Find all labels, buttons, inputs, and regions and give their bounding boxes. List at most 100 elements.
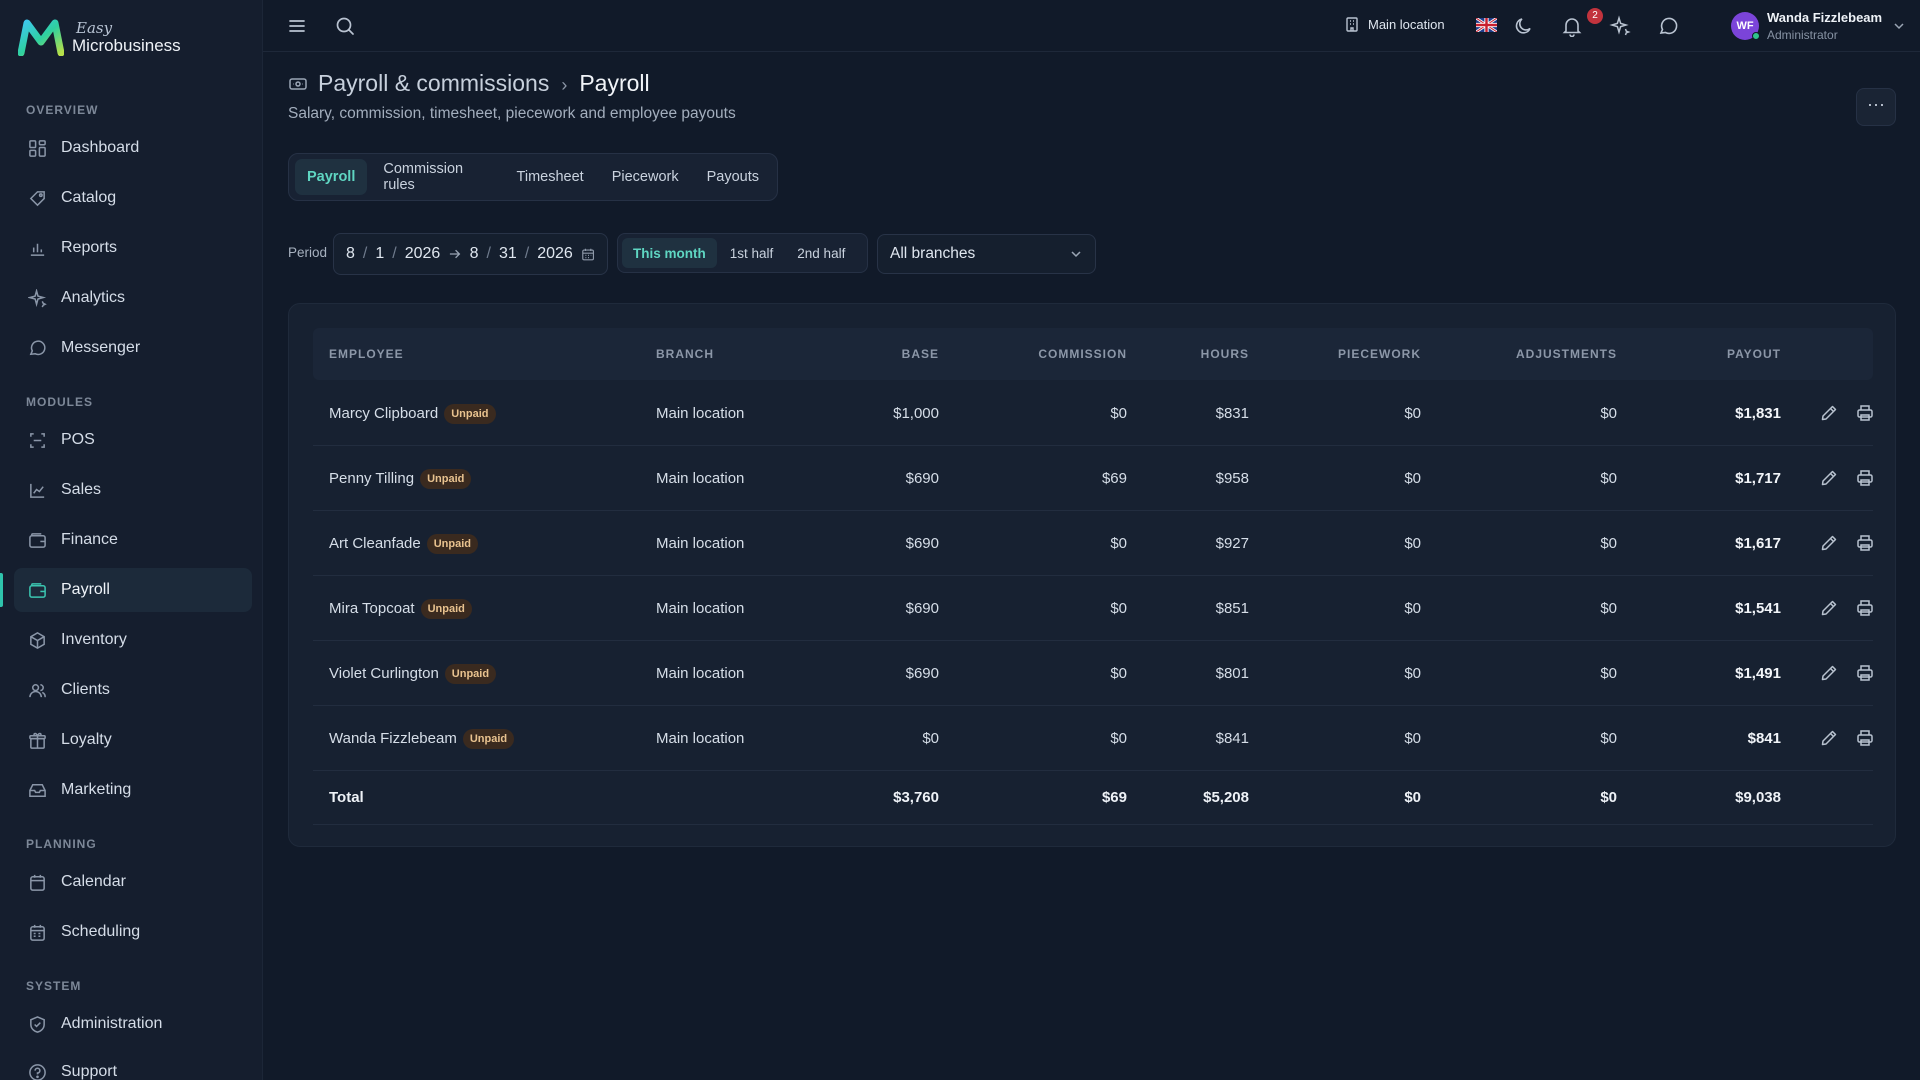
adjustments-cell: $0	[1600, 405, 1617, 422]
employee-name[interactable]: Marcy Clipboard	[329, 405, 438, 422]
print-icon[interactable]	[1855, 598, 1875, 618]
table-row[interactable]: Art Cleanfade Unpaid Main location $690 $0 $9…	[313, 511, 1873, 576]
print-icon[interactable]	[1855, 533, 1875, 553]
piecework-cell: $0	[1404, 405, 1421, 422]
piecework-cell: $0	[1404, 470, 1421, 487]
edit-icon[interactable]	[1819, 403, 1839, 423]
sidebar-item-pos[interactable]: POS	[14, 418, 252, 462]
sidebar-item-analytics[interactable]: Analytics	[14, 276, 252, 320]
employee-cell: Wanda Fizzlebeam Unpaid	[329, 706, 515, 771]
this-month-button[interactable]: This month	[622, 238, 717, 268]
from-day[interactable]: 1	[375, 245, 384, 263]
breadcrumb-parent[interactable]: Payroll & commissions	[318, 70, 549, 97]
edit-icon[interactable]	[1819, 533, 1839, 553]
to-year[interactable]: 2026	[537, 245, 573, 263]
print-icon[interactable]	[1855, 403, 1875, 423]
chat-icon[interactable]	[1657, 15, 1679, 37]
app-logo[interactable]: Easy Microbusiness	[18, 18, 181, 56]
edit-icon[interactable]	[1819, 598, 1839, 618]
from-month[interactable]: 8	[346, 245, 355, 263]
sidebar-item-clients[interactable]: Clients	[14, 668, 252, 712]
calendar-icon	[30, 874, 45, 891]
breadcrumb-separator: ›	[561, 75, 568, 95]
sidebar-item-scheduling[interactable]: Scheduling	[14, 910, 252, 954]
print-icon[interactable]	[1855, 728, 1875, 748]
sidebar-item-sales[interactable]: Sales	[14, 468, 252, 512]
table-row[interactable]: Violet Curlington Unpaid Main location $690…	[313, 641, 1873, 706]
first-half-button[interactable]: 1st half	[719, 238, 785, 268]
base-cell: $690	[905, 535, 939, 552]
sidebar-item-catalog[interactable]: Catalog	[14, 176, 252, 220]
menu-icon[interactable]	[286, 15, 308, 37]
branch-select[interactable]: All branches	[877, 234, 1096, 274]
tab-payouts[interactable]: Payouts	[695, 159, 771, 195]
piecework-cell: $0	[1404, 665, 1421, 682]
sparkles-icon[interactable]	[1609, 15, 1631, 37]
hours-cell: $831	[1215, 405, 1249, 422]
more-options-button[interactable]: ···	[1856, 88, 1896, 126]
employee-name[interactable]: Wanda Fizzlebeam	[329, 730, 457, 747]
edit-icon[interactable]	[1819, 728, 1839, 748]
sidebar-item-inventory[interactable]: Inventory	[14, 618, 252, 662]
to-day[interactable]: 31	[499, 245, 517, 263]
sidebar-item-administration[interactable]: Administration	[14, 1002, 252, 1046]
to-month[interactable]: 8	[470, 245, 479, 263]
total-base: $3,760	[893, 789, 939, 806]
payout-cell: $1,541	[1735, 600, 1781, 617]
adjustments-cell: $0	[1600, 600, 1617, 617]
edit-icon[interactable]	[1819, 663, 1839, 683]
search-icon[interactable]	[334, 15, 356, 37]
moon-icon[interactable]	[1513, 15, 1535, 37]
status-badge: Unpaid	[462, 729, 515, 750]
tab-piecework[interactable]: Piecework	[600, 159, 691, 195]
sidebar-item-support[interactable]: Support	[14, 1050, 252, 1080]
employee-name[interactable]: Art Cleanfade	[329, 535, 421, 552]
column-header-commission[interactable]: COMMISSION	[977, 328, 1127, 380]
sidebar-item-marketing[interactable]: Marketing	[14, 768, 252, 812]
sidebar-item-messenger[interactable]: Messenger	[14, 326, 252, 370]
table-row[interactable]: Penny Tilling Unpaid Main location $690 $69 $…	[313, 446, 1873, 511]
from-year[interactable]: 2026	[405, 245, 441, 263]
chevron-down-icon[interactable]	[1892, 19, 1906, 33]
branch-cell: Main location	[656, 600, 745, 617]
tab-commission-rules[interactable]: Commission rules	[371, 159, 500, 195]
employee-name[interactable]: Penny Tilling	[329, 470, 414, 487]
column-header-piecework[interactable]: PIECEWORK	[1271, 328, 1421, 380]
payout-cell: $1,491	[1735, 665, 1781, 682]
print-icon[interactable]	[1855, 468, 1875, 488]
inventory-icon	[30, 631, 45, 649]
active-indicator	[0, 573, 3, 607]
uk-flag-icon[interactable]	[1476, 18, 1497, 32]
second-half-button[interactable]: 2nd half	[786, 238, 856, 268]
column-header-hours[interactable]: HOURS	[1149, 328, 1249, 380]
calendar-icon[interactable]	[581, 247, 595, 262]
location-selector[interactable]: Main location	[1344, 16, 1445, 32]
table-row[interactable]: Marcy Clipboard Unpaid Main location $1,000…	[313, 381, 1873, 446]
table-row[interactable]: Mira Topcoat Unpaid Main location $690 $0 $85…	[313, 576, 1873, 641]
sidebar-item-loyalty[interactable]: Loyalty	[14, 718, 252, 762]
sidebar-item-finance[interactable]: Finance	[14, 518, 252, 562]
column-header-employee[interactable]: EMPLOYEE	[329, 328, 404, 380]
tab-timesheet[interactable]: Timesheet	[505, 159, 596, 195]
sidebar-item-reports[interactable]: Reports	[14, 226, 252, 270]
sidebar-item-calendar[interactable]: Calendar	[14, 860, 252, 904]
sidebar-item-payroll[interactable]: Payroll	[14, 568, 252, 612]
date-range-input[interactable]: 8 / 1 / 2026 8 / 31 / 2026	[333, 233, 608, 275]
table-row[interactable]: Wanda Fizzlebeam Unpaid Main location $0 $0 $…	[313, 706, 1873, 771]
notification-badge: 2	[1587, 8, 1603, 24]
employee-name[interactable]: Mira Topcoat	[329, 600, 415, 617]
user-name[interactable]: Wanda Fizzlebeam	[1767, 10, 1882, 25]
payroll-icon	[29, 582, 46, 598]
column-header-base[interactable]: BASE	[839, 328, 939, 380]
sidebar-item-dashboard[interactable]: Dashboard	[14, 126, 252, 170]
column-header-adjustments[interactable]: ADJUSTMENTS	[1437, 328, 1617, 380]
sales-icon	[30, 483, 45, 498]
bell-icon[interactable]	[1561, 15, 1583, 37]
column-header-branch[interactable]: BRANCH	[656, 328, 714, 380]
edit-icon[interactable]	[1819, 468, 1839, 488]
employee-name[interactable]: Violet Curlington	[329, 665, 439, 682]
column-header-payout[interactable]: PAYOUT	[1681, 328, 1781, 380]
payroll-breadcrumb-icon	[289, 77, 307, 90]
tab-payroll[interactable]: Payroll	[295, 159, 368, 195]
print-icon[interactable]	[1855, 663, 1875, 683]
